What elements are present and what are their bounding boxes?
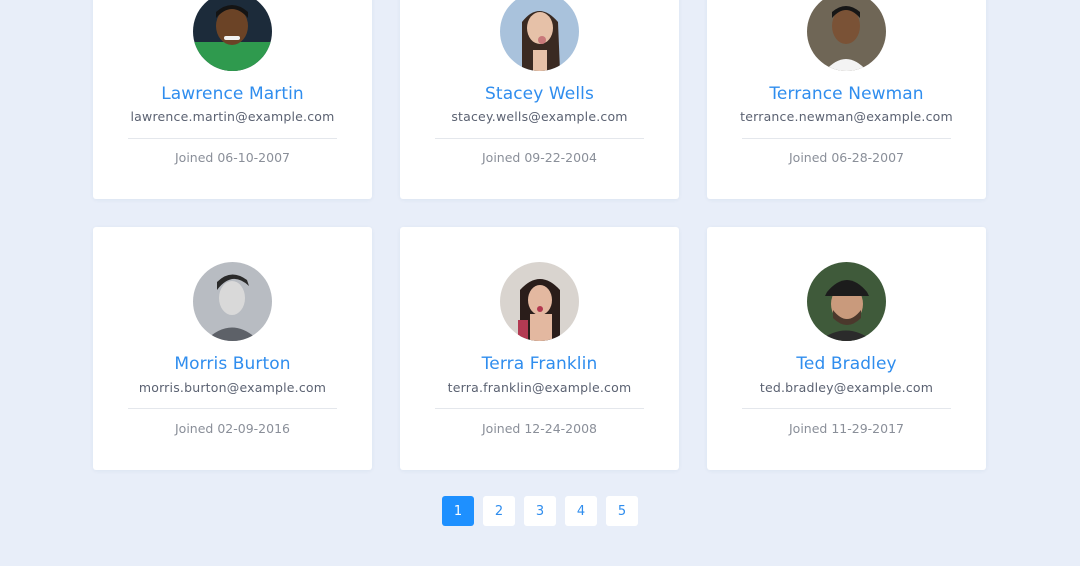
divider — [742, 408, 951, 409]
user-photo-icon — [500, 0, 579, 71]
user-email: stacey.wells@example.com — [451, 109, 628, 124]
avatar — [807, 262, 886, 341]
page-button-1[interactable]: 1 — [442, 496, 474, 526]
avatar — [807, 0, 886, 71]
divider — [435, 138, 644, 139]
divider — [128, 408, 337, 409]
user-email: ted.bradley@example.com — [759, 380, 934, 395]
user-email: lawrence.martin@example.com — [130, 109, 335, 124]
user-photo-icon — [193, 0, 272, 71]
user-card: Ted Bradley ted.bradley@example.com Join… — [707, 227, 986, 470]
joined-date: Joined 11-29-2017 — [789, 421, 904, 436]
user-card: Lawrence Martin lawrence.martin@example.… — [93, 0, 372, 199]
user-name[interactable]: Stacey Wells — [400, 84, 679, 104]
page-button-2[interactable]: 2 — [483, 496, 515, 526]
divider — [128, 138, 337, 139]
pagination: 1 2 3 4 5 — [442, 496, 638, 526]
user-card: Terrance Newman terrance.newman@example.… — [707, 0, 986, 199]
joined-date: Joined 06-28-2007 — [789, 150, 904, 165]
user-name[interactable]: Terra Franklin — [400, 354, 679, 374]
avatar — [500, 262, 579, 341]
user-card: Terra Franklin terra.franklin@example.co… — [400, 227, 679, 470]
user-email: terra.franklin@example.com — [447, 380, 632, 395]
divider — [742, 138, 951, 139]
user-card: Stacey Wells stacey.wells@example.com Jo… — [400, 0, 679, 199]
avatar — [500, 0, 579, 71]
user-photo-icon — [193, 262, 272, 341]
divider — [435, 408, 644, 409]
joined-date: Joined 09-22-2004 — [482, 150, 597, 165]
page-button-3[interactable]: 3 — [524, 496, 556, 526]
user-name[interactable]: Lawrence Martin — [93, 84, 372, 104]
user-email: morris.burton@example.com — [138, 380, 327, 395]
user-card: Morris Burton morris.burton@example.com … — [93, 227, 372, 470]
user-email: terrance.newman@example.com — [740, 109, 953, 124]
joined-date: Joined 02-09-2016 — [175, 421, 290, 436]
joined-date: Joined 06-10-2007 — [175, 150, 290, 165]
user-name[interactable]: Morris Burton — [93, 354, 372, 374]
avatar — [193, 262, 272, 341]
user-name[interactable]: Terrance Newman — [707, 84, 986, 104]
user-photo-icon — [807, 0, 886, 71]
user-photo-icon — [807, 262, 886, 341]
page-button-5[interactable]: 5 — [606, 496, 638, 526]
user-photo-icon — [500, 262, 579, 341]
joined-date: Joined 12-24-2008 — [482, 421, 597, 436]
page-button-4[interactable]: 4 — [565, 496, 597, 526]
avatar — [193, 0, 272, 71]
user-name[interactable]: Ted Bradley — [707, 354, 986, 374]
